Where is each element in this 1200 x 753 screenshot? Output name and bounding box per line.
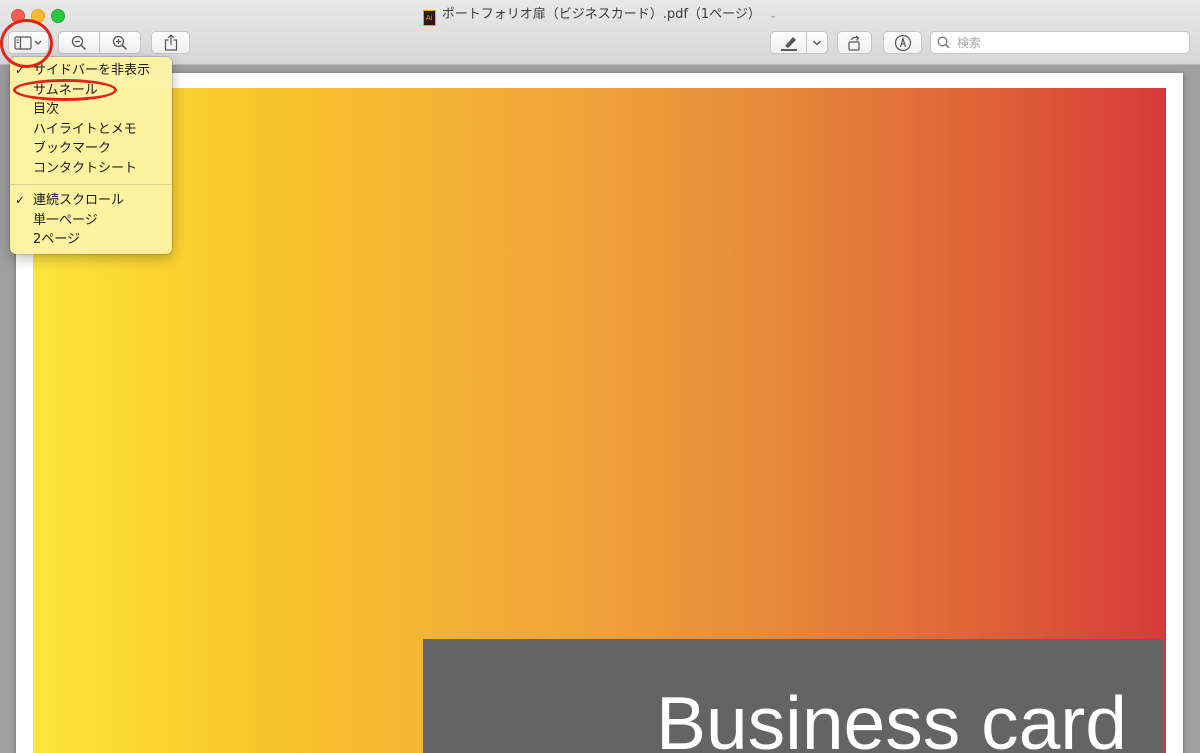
menu-item-two-pages[interactable]: 2ページ	[10, 230, 172, 250]
zoom-in-button[interactable]	[99, 31, 141, 54]
zoom-in-icon	[112, 35, 128, 50]
preview-window: Ai ポートフォリオ扉（ビジネスカード）.pdf（1ページ） ⌄ 検索 Busi…	[0, 0, 1200, 753]
menu-item-highlights-notes[interactable]: ハイライトとメモ	[10, 120, 172, 140]
banner-title: Business card	[655, 681, 1127, 753]
menu-item-label: コンタクトシート	[33, 160, 138, 176]
search-icon	[937, 36, 950, 49]
chevron-down-icon	[813, 40, 821, 45]
menu-item-continuous-scroll[interactable]: ✓ 連続スクロール	[10, 191, 172, 211]
sidebar-view-menu: ✓ サイドバーを非表示 サムネール 目次 ハイライトとメモ ブックマーク コンタ…	[10, 57, 172, 254]
zoom-out-button[interactable]	[58, 31, 100, 54]
menu-item-single-page[interactable]: 単一ページ	[10, 211, 172, 231]
menu-item-bookmarks[interactable]: ブックマーク	[10, 139, 172, 159]
menu-item-label: サムネール	[33, 82, 98, 98]
search-field[interactable]	[930, 31, 1190, 54]
menu-item-hide-sidebar[interactable]: ✓ サイドバーを非表示	[10, 61, 172, 81]
menu-item-label: 連続スクロール	[33, 193, 125, 208]
markup-pen-icon	[894, 34, 911, 51]
menu-item-label: サイドバーを非表示	[33, 63, 151, 78]
window-title-text: ポートフォリオ扉（ビジネスカード）.pdf（1ページ）	[441, 7, 761, 22]
menu-item-thumbnails[interactable]: サムネール	[10, 81, 172, 101]
checkmark-icon: ✓	[15, 193, 26, 207]
checkmark-icon: ✓	[15, 63, 26, 77]
title-bar: Ai ポートフォリオ扉（ビジネスカード）.pdf（1ページ） ⌄	[0, 0, 1200, 65]
highlight-button[interactable]	[770, 31, 807, 54]
menu-item-label: 目次	[33, 102, 60, 117]
menu-item-contact-sheet[interactable]: コンタクトシート	[10, 159, 172, 179]
document-area[interactable]: Business card	[0, 65, 1200, 753]
share-icon	[164, 34, 177, 51]
rotate-button[interactable]	[837, 31, 872, 54]
menu-item-label: 単一ページ	[33, 212, 98, 228]
menu-item-label: ハイライトとメモ	[33, 121, 137, 137]
illustrator-file-icon: Ai	[422, 10, 436, 26]
business-card-banner: Business card	[423, 639, 1163, 753]
highlighter-icon	[780, 36, 797, 51]
menu-item-label: ブックマーク	[33, 141, 112, 156]
search-input[interactable]	[955, 34, 1179, 51]
menu-separator	[10, 184, 172, 185]
pdf-page[interactable]: Business card	[16, 73, 1183, 753]
sidebar-toggle-button[interactable]	[8, 31, 49, 54]
zoom-out-icon	[71, 35, 87, 50]
rotate-icon	[847, 35, 860, 51]
markup-button[interactable]	[883, 31, 922, 54]
chevron-down-icon[interactable]: ⌄	[769, 10, 777, 21]
window-title[interactable]: Ai ポートフォリオ扉（ビジネスカード）.pdf（1ページ） ⌄	[0, 6, 1200, 26]
sidebar-icon	[13, 35, 41, 50]
highlight-options-button[interactable]	[806, 31, 828, 54]
menu-item-label: 2ページ	[33, 232, 81, 247]
menu-item-table-of-contents[interactable]: 目次	[10, 100, 172, 120]
share-button[interactable]	[151, 31, 190, 54]
